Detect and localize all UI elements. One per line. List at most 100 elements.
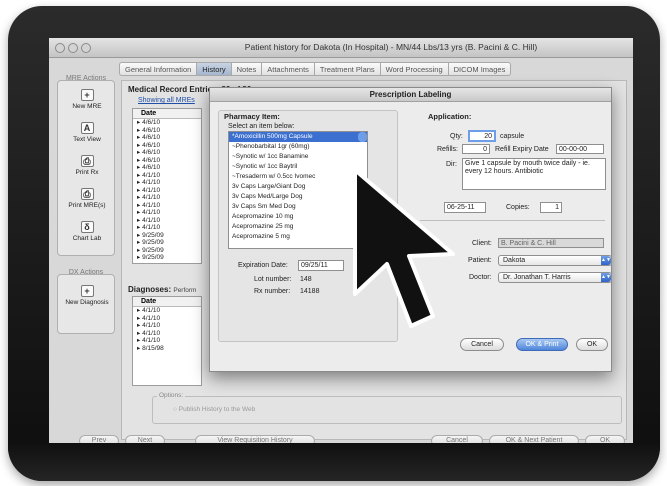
- window-title: Patient history for Dakota (In Hospital)…: [244, 42, 538, 52]
- tab-general-information[interactable]: General Information: [119, 62, 197, 76]
- diagnoses-list[interactable]: Date ▸ 4/1/10 ▸ 4/1/10 ▸ 4/1/10 ▸ 4/1/10 ▸ 4…: [132, 296, 202, 386]
- qty-label: Qty:: [450, 133, 463, 140]
- tab-notes[interactable]: Notes: [230, 62, 262, 76]
- list-item[interactable]: ▸ 9/25/09: [133, 247, 201, 255]
- list-item[interactable]: ▸ 4/1/10: [133, 194, 201, 202]
- list-item[interactable]: ▸ 9/25/09: [133, 254, 201, 262]
- pharmacy-label: Pharmacy Item:: [224, 112, 280, 121]
- pharmacy-item[interactable]: ~Phenobarbital 1gr (60mg): [229, 142, 367, 152]
- qty-field[interactable]: 20: [468, 130, 496, 142]
- doctor-popup[interactable]: Dr. Jonathan T. Harris ▲▼: [498, 272, 612, 283]
- list-item[interactable]: ▸ 4/6/10: [133, 164, 201, 172]
- pharmacy-item[interactable]: 3v Caps Sm Med Dog: [229, 202, 367, 212]
- view-requisition-button[interactable]: View Requisition History: [195, 435, 315, 447]
- ok-button[interactable]: OK: [585, 435, 625, 447]
- plus-icon: +: [80, 285, 94, 297]
- mre-actions-label: MRE Actions: [65, 75, 107, 82]
- new-diagnosis-button[interactable]: + New Diagnosis: [58, 285, 116, 306]
- text-view-button[interactable]: A Text View: [58, 122, 116, 143]
- chevron-updown-icon: ▲▼: [601, 256, 611, 265]
- pharmacy-item[interactable]: 3v Caps Large/Giant Dog: [229, 182, 367, 192]
- tab-history[interactable]: History: [196, 62, 231, 76]
- lab-icon: δ: [80, 221, 94, 233]
- list-item[interactable]: ▸ 9/25/09: [133, 239, 201, 247]
- prev-button[interactable]: Prev: [79, 435, 119, 447]
- pharmacy-item[interactable]: *Amoxicillin 500mg Capsule: [229, 132, 367, 142]
- pharmacy-item[interactable]: Acepromazine 10 mg: [229, 212, 367, 222]
- refills-field[interactable]: 0: [462, 144, 490, 154]
- dialog-ok-button[interactable]: OK: [576, 338, 608, 351]
- patient-popup[interactable]: Dakota ▲▼: [498, 255, 612, 266]
- list-scrollbar[interactable]: [358, 132, 367, 142]
- records-list[interactable]: Date ▸ 4/6/10 ▸ 4/6/10 ▸ 4/6/10 ▸ 4/6/10 ▸ 4…: [132, 108, 202, 264]
- ok-next-patient-button[interactable]: OK & Next Patient: [489, 435, 579, 447]
- rx-number-label: Rx number:: [254, 288, 291, 295]
- printer-icon: ⎙: [80, 155, 94, 167]
- copies-field[interactable]: 1: [540, 202, 562, 213]
- new-mre-button[interactable]: + New MRE: [58, 89, 116, 110]
- tab-attachments[interactable]: Attachments: [261, 62, 314, 76]
- pharmacy-item[interactable]: ~Synotic w/ 1cc Baytril: [229, 162, 367, 172]
- pharmacy-item[interactable]: ~Tresaderm w/ 0.5cc Ivomec: [229, 172, 367, 182]
- next-button[interactable]: Next: [125, 435, 165, 447]
- application-label: Application:: [428, 112, 472, 121]
- list-item[interactable]: ▸ 4/6/10: [133, 119, 201, 127]
- list-item[interactable]: ▸ 4/1/10: [133, 330, 201, 338]
- list-item[interactable]: ▸ 4/1/10: [133, 224, 201, 232]
- diagnoses-date-header[interactable]: Date: [133, 297, 201, 307]
- pharmacy-item[interactable]: 3v Caps Med/Large Dog: [229, 192, 367, 202]
- client-field[interactable]: B. Pacini & C. Hill: [498, 238, 604, 248]
- ok-print-button[interactable]: OK & Print: [516, 338, 568, 351]
- list-item[interactable]: ▸ 4/1/10: [133, 187, 201, 195]
- minimize-window-button[interactable]: [68, 43, 78, 53]
- dialog-title: Prescription Labeling: [210, 88, 611, 102]
- show-all-mres-link[interactable]: Showing all MREs: [138, 97, 195, 104]
- diagnoses-title: Diagnoses: Perform: [128, 285, 197, 294]
- rx-number-value: 14188: [300, 288, 320, 295]
- cursor-arrow-icon: [353, 168, 455, 328]
- side-button-label: Chart Lab: [72, 235, 102, 242]
- list-item[interactable]: ▸ 8/15/98: [133, 345, 201, 353]
- list-item[interactable]: ▸ 4/1/10: [133, 202, 201, 210]
- zoom-window-button[interactable]: [81, 43, 91, 53]
- lot-number-label: Lot number:: [254, 276, 292, 283]
- publish-web-checkbox[interactable]: ○ Publish History to the Web: [173, 406, 255, 413]
- list-item[interactable]: ▸ 4/6/10: [133, 134, 201, 142]
- list-item[interactable]: ▸ 4/6/10: [133, 142, 201, 150]
- dx-actions-label: DX Actions: [68, 269, 104, 276]
- print-mre-s-button[interactable]: ⎙ Print MRE(s): [58, 188, 116, 209]
- directions-field[interactable]: Give 1 capsule by mouth twice daily - ie…: [462, 158, 606, 190]
- plus-icon: +: [80, 89, 94, 101]
- list-item[interactable]: ▸ 4/1/10: [133, 322, 201, 330]
- list-item[interactable]: ▸ 4/1/10: [133, 307, 201, 315]
- text-icon: A: [80, 122, 94, 134]
- list-item[interactable]: ▸ 4/1/10: [133, 172, 201, 180]
- close-window-button[interactable]: [55, 43, 65, 53]
- list-item[interactable]: ▸ 4/1/10: [133, 179, 201, 187]
- pharmacy-item-list[interactable]: *Amoxicillin 500mg Capsule ~Phenobarbital…: [228, 131, 368, 249]
- cancel-button[interactable]: Cancel: [431, 435, 483, 447]
- list-item[interactable]: ▸ 4/1/10: [133, 209, 201, 217]
- list-item[interactable]: ▸ 4/1/10: [133, 217, 201, 225]
- list-item[interactable]: ▸ 9/25/09: [133, 232, 201, 240]
- expiration-date-field[interactable]: 09/25/11: [298, 260, 344, 271]
- tab-treatment-plans[interactable]: Treatment Plans: [313, 62, 380, 76]
- pharmacy-item[interactable]: ~Synotic w/ 1cc Banamine: [229, 152, 367, 162]
- refill-expiry-field[interactable]: 00-00-00: [556, 144, 604, 154]
- print-rx-button[interactable]: ⎙ Print Rx: [58, 155, 116, 176]
- refills-label: Refills:: [437, 146, 459, 153]
- records-date-header[interactable]: Date: [133, 109, 201, 119]
- chart-lab-button[interactable]: δ Chart Lab: [58, 221, 116, 242]
- pharmacy-item[interactable]: Acepromazine 5 mg: [229, 232, 367, 242]
- side-button-label: Print Rx: [75, 169, 99, 176]
- side-button-label: New MRE: [72, 103, 102, 110]
- tab-dicom-images[interactable]: DICOM Images: [447, 62, 512, 76]
- list-item[interactable]: ▸ 4/6/10: [133, 157, 201, 165]
- lot-number-value: 148: [300, 276, 312, 283]
- list-item[interactable]: ▸ 4/6/10: [133, 127, 201, 135]
- pharmacy-item[interactable]: Acepromazine 25 mg: [229, 222, 367, 232]
- list-item[interactable]: ▸ 4/1/10: [133, 337, 201, 345]
- list-item[interactable]: ▸ 4/6/10: [133, 149, 201, 157]
- list-item[interactable]: ▸ 4/1/10: [133, 315, 201, 323]
- tab-word-processing[interactable]: Word Processing: [379, 62, 448, 76]
